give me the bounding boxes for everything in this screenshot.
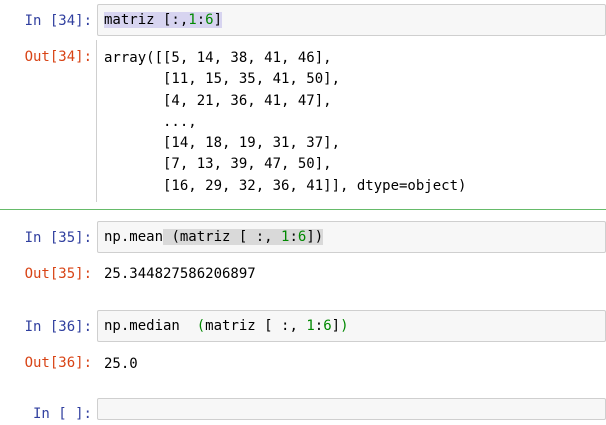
output-line: [11, 15, 35, 41, 50],: [104, 71, 341, 88]
in-prompt: In [35]:: [24, 230, 92, 246]
output-scroll-border: [96, 40, 97, 202]
code-input[interactable]: np.median (matriz [ :, 1:6]): [97, 310, 606, 342]
output-line: array([[5, 14, 38, 41, 46],: [104, 50, 332, 66]
out-prompt: Out[34]:: [24, 49, 92, 65]
output-line: [14, 18, 19, 31, 37],: [104, 135, 341, 152]
code-highlight: (matriz [ :, 1:6]): [163, 229, 324, 245]
output-line: [4, 21, 36, 41, 47],: [104, 92, 332, 109]
cell-output: array([[5, 14, 38, 41, 46], [11, 15, 35,…: [104, 48, 466, 197]
cell-output: 25.344827586206897: [104, 266, 256, 282]
in-prompt: In [36]:: [24, 319, 92, 335]
out-prompt: Out[36]:: [24, 355, 92, 371]
cell-output: 25.0: [104, 356, 138, 372]
code-selection: matriz [:,1:6]: [104, 12, 223, 28]
selected-cell-border: [0, 209, 606, 210]
output-line: [7, 13, 39, 47, 50],: [104, 156, 332, 173]
in-prompt: In [ ]:: [32, 406, 92, 422]
code-input[interactable]: np.mean (matriz [ :, 1:6]): [97, 221, 606, 253]
output-line: [16, 29, 32, 36, 41]], dtype=object): [104, 177, 467, 194]
code-input[interactable]: matriz [:,1:6]: [97, 4, 606, 36]
output-line: ...,: [104, 113, 197, 130]
code-input[interactable]: [97, 398, 606, 420]
out-prompt: Out[35]:: [24, 266, 92, 282]
in-prompt: In [34]:: [24, 13, 92, 29]
